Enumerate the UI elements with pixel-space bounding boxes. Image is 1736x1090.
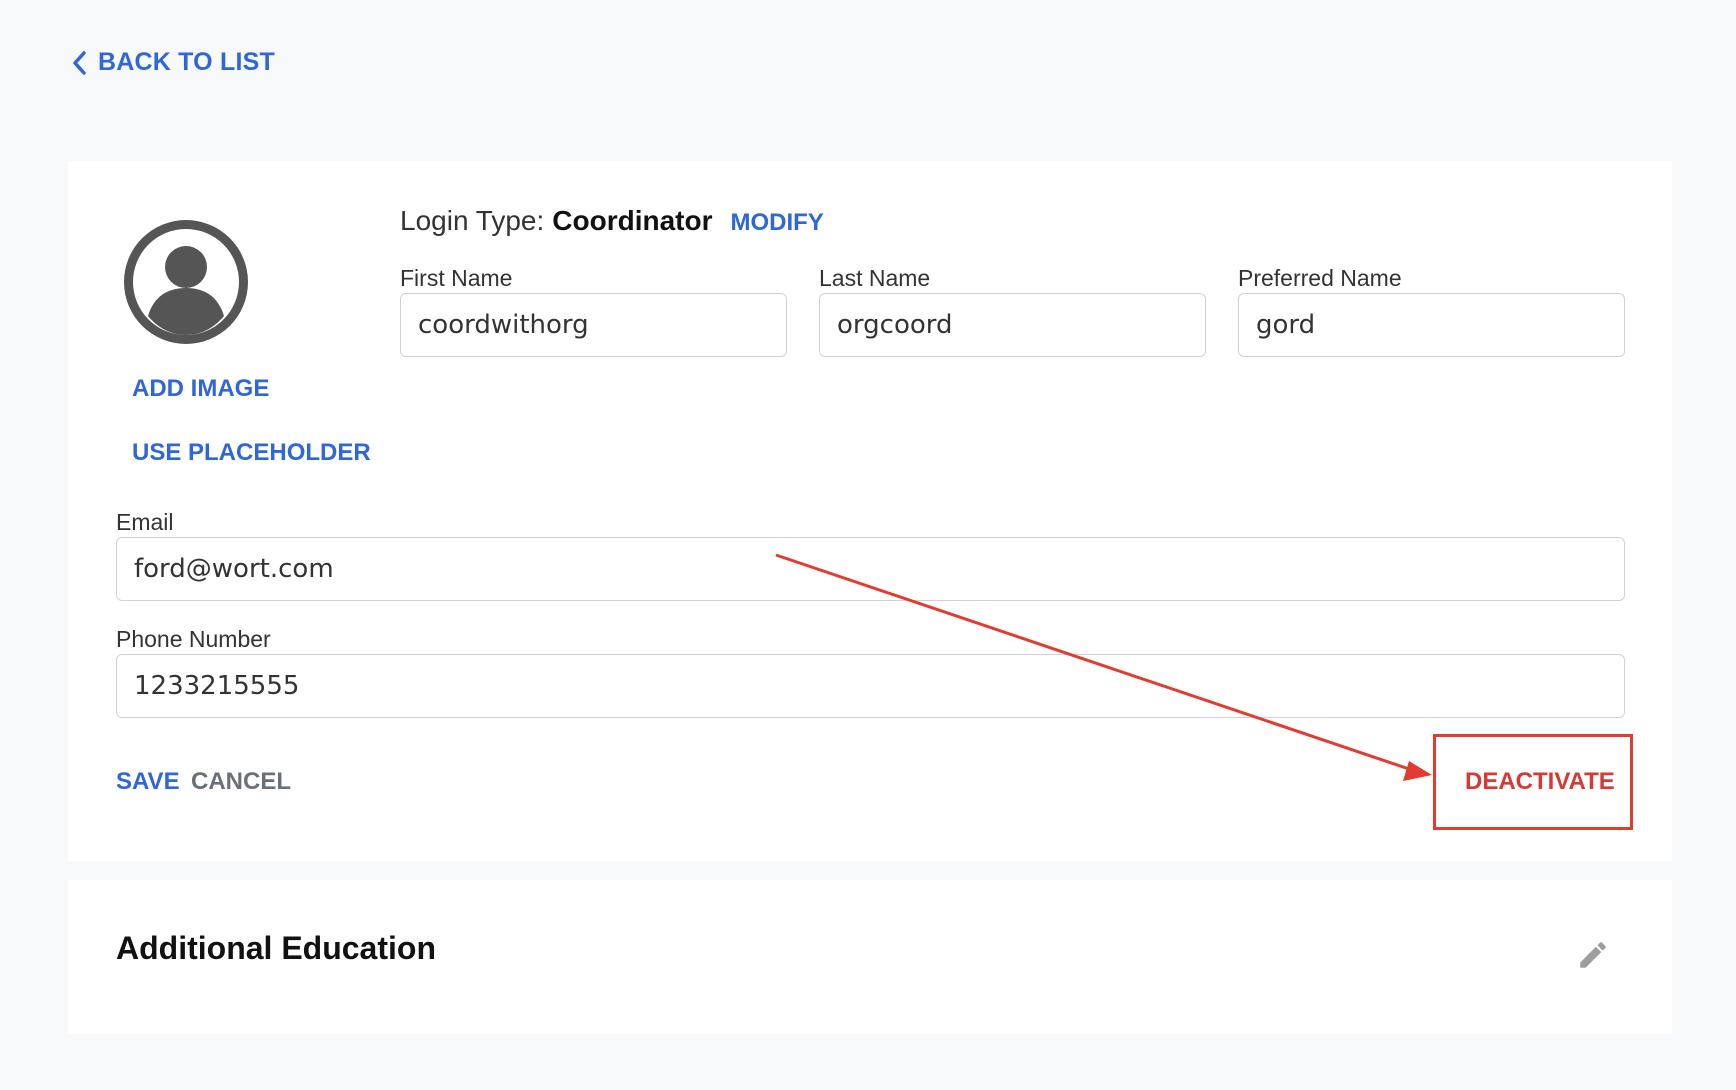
back-to-list-label: BACK TO LIST [98, 48, 275, 76]
login-type-label: Login Type: [400, 205, 545, 236]
first-name-label: First Name [400, 265, 513, 291]
preferred-name-label: Preferred Name [1238, 265, 1402, 291]
login-type-row: Login Type: Coordinator MODIFY [400, 205, 824, 237]
profile-card: ADD IMAGE USE PLACEHOLDER Login Type: Co… [68, 161, 1672, 861]
phone-number-input[interactable] [116, 654, 1625, 718]
first-name-input[interactable] [400, 293, 787, 357]
additional-education-card: Additional Education [68, 880, 1672, 1034]
email-input[interactable] [116, 537, 1625, 601]
additional-education-title: Additional Education [116, 930, 436, 966]
add-image-button[interactable]: ADD IMAGE [132, 375, 269, 403]
phone-number-label: Phone Number [116, 626, 271, 652]
email-label: Email [116, 509, 174, 535]
login-type-value: Coordinator [552, 205, 713, 236]
user-circle-icon [124, 220, 248, 344]
modify-login-type-button[interactable]: MODIFY [730, 209, 823, 237]
use-placeholder-button[interactable]: USE PLACEHOLDER [132, 439, 371, 467]
save-button[interactable]: SAVE [116, 768, 180, 796]
deactivate-button[interactable]: DEACTIVATE [1465, 768, 1615, 796]
preferred-name-input[interactable] [1238, 293, 1625, 357]
pencil-icon[interactable] [1576, 938, 1610, 972]
last-name-input[interactable] [819, 293, 1206, 357]
back-to-list-link[interactable]: BACK TO LIST [72, 48, 275, 77]
last-name-label: Last Name [819, 265, 931, 291]
cancel-button[interactable]: CANCEL [191, 768, 291, 796]
chevron-left-icon [73, 50, 86, 75]
